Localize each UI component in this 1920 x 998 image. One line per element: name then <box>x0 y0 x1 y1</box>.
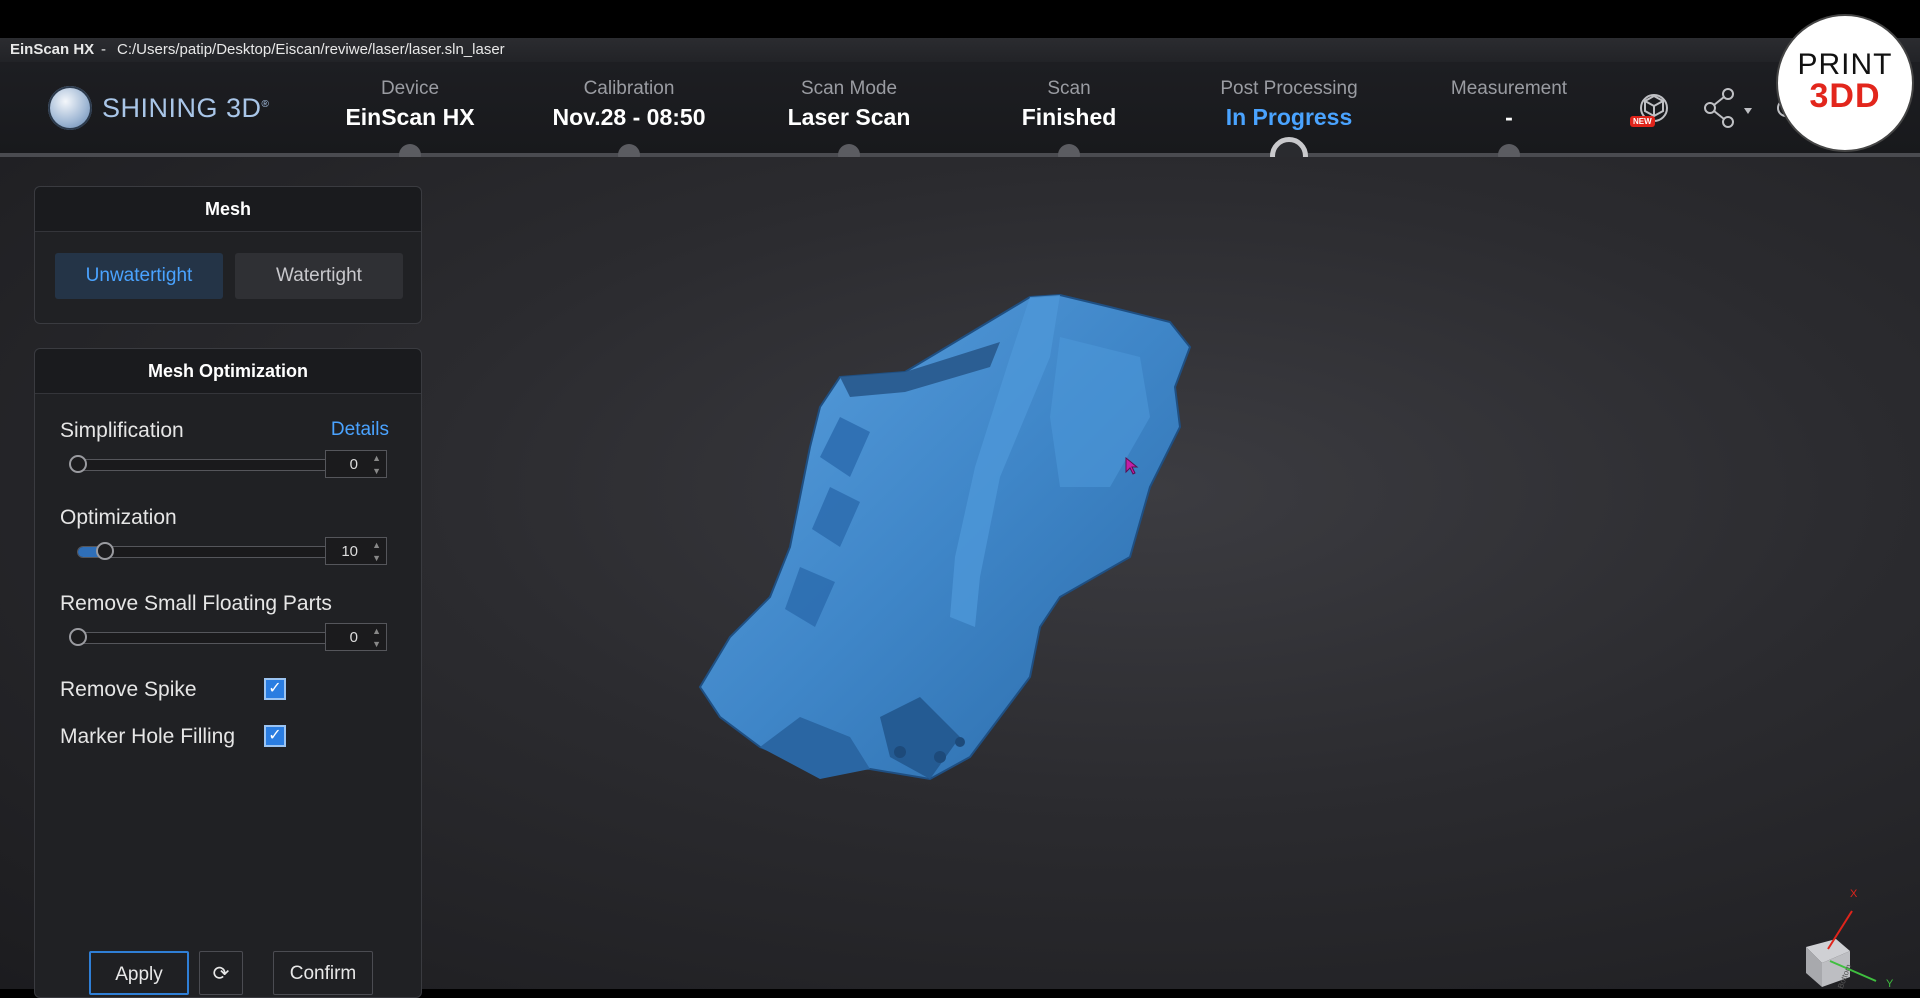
mesh-panel: Mesh Unwatertight Watertight <box>34 186 422 324</box>
spin-up-icon[interactable]: ▲ <box>372 626 381 636</box>
step-value: In Progress <box>1225 104 1353 130</box>
share-icon[interactable] <box>1700 88 1756 128</box>
simplification-slider[interactable] <box>69 455 345 473</box>
spin-down-icon[interactable]: ▼ <box>372 639 381 649</box>
mouse-cursor-icon <box>1125 457 1139 475</box>
registered-mark: ® <box>261 98 270 110</box>
mesh-panel-title: Mesh <box>35 187 421 232</box>
floating-parts-label: Remove Small Floating Parts <box>60 592 332 615</box>
mesh-optimization-panel: Mesh Optimization Simplification Details… <box>34 348 422 998</box>
marker-hole-label: Marker Hole Filling <box>60 725 236 748</box>
axis-y-label: Y <box>1886 978 1894 990</box>
step-label: Scan <box>1047 78 1091 99</box>
spin-down-icon[interactable]: ▼ <box>372 553 381 563</box>
step-label: Post Processing <box>1220 78 1358 99</box>
watermark-line1: PRINT <box>1797 48 1893 81</box>
optimization-slider[interactable] <box>77 542 345 560</box>
shining3d-logo: SHINING 3D® <box>48 86 269 130</box>
step-value: Laser Scan <box>787 104 911 130</box>
step-value: Finished <box>1021 104 1117 130</box>
floating-parts-slider[interactable] <box>69 628 345 646</box>
app-name: EinScan HX <box>10 41 95 58</box>
step-value: EinScan HX <box>345 104 475 130</box>
file-path: C:/Users/patip/Desktop/Eiscan/reviwe/las… <box>117 41 505 58</box>
unwatertight-option[interactable]: Unwatertight <box>55 253 223 299</box>
axis-gizmo[interactable] <box>1800 887 1910 987</box>
logo-text: SHINING 3D <box>102 92 262 123</box>
slider-knob[interactable] <box>95 542 114 560</box>
spin-up-icon[interactable]: ▲ <box>372 540 381 550</box>
apply-button[interactable]: Apply <box>89 951 189 995</box>
floating-parts-spinbox[interactable]: 0 ▲ ▼ <box>325 623 387 651</box>
top-black-bar <box>0 0 1920 38</box>
watertight-option[interactable]: Watertight <box>235 253 403 299</box>
step-label: Scan Mode <box>800 78 898 99</box>
step-scan-mode[interactable]: Scan Mode Laser Scan <box>739 78 959 131</box>
new-badge: NEW <box>1630 116 1655 127</box>
simplification-spinbox[interactable]: 0 ▲ ▼ <box>325 450 387 478</box>
axis-x-label: X <box>1850 888 1858 900</box>
simplification-label: Simplification <box>60 419 184 442</box>
optimization-panel-title: Mesh Optimization <box>35 349 421 394</box>
watermark-line2: 3DD <box>1809 77 1881 115</box>
confirm-button[interactable]: Confirm <box>273 951 373 995</box>
optimization-spinbox[interactable]: 10 ▲ ▼ <box>325 537 387 565</box>
spinbox-value: 0 <box>349 629 358 646</box>
title-separator: - <box>101 41 106 58</box>
remove-spike-checkbox[interactable]: ✓ <box>264 678 286 700</box>
title-bar: EinScan HX - C:/Users/patip/Desktop/Eisc… <box>0 38 1920 63</box>
spin-down-icon[interactable]: ▼ <box>372 466 381 476</box>
slider-knob[interactable] <box>69 628 87 646</box>
step-label: Calibration <box>583 78 675 99</box>
step-value: - <box>1505 104 1513 130</box>
spin-up-icon[interactable]: ▲ <box>372 453 381 463</box>
optimization-label: Optimization <box>60 506 177 529</box>
step-value: Nov.28 - 08:50 <box>552 104 706 130</box>
step-scan[interactable]: Scan Finished <box>959 78 1179 131</box>
slider-knob[interactable] <box>69 455 87 473</box>
step-measurement[interactable]: Measurement - <box>1399 78 1619 131</box>
step-label: Device <box>380 78 440 99</box>
marker-hole-checkbox[interactable]: ✓ <box>264 725 286 747</box>
step-post-processing[interactable]: Post Processing In Progress <box>1179 78 1399 131</box>
step-calibration[interactable]: Calibration Nov.28 - 08:50 <box>519 78 739 131</box>
details-link[interactable]: Details <box>331 419 389 441</box>
step-device[interactable]: Device EinScan HX <box>300 78 520 131</box>
print3dd-watermark: PRINT 3DD <box>1776 14 1914 152</box>
step-label: Measurement <box>1450 78 1568 99</box>
spinbox-value: 10 <box>341 543 358 560</box>
remove-spike-label: Remove Spike <box>60 678 197 701</box>
spinbox-value: 0 <box>349 456 358 473</box>
refresh-icon[interactable]: ⟳ <box>199 951 243 995</box>
logo-globe-icon <box>48 86 92 130</box>
